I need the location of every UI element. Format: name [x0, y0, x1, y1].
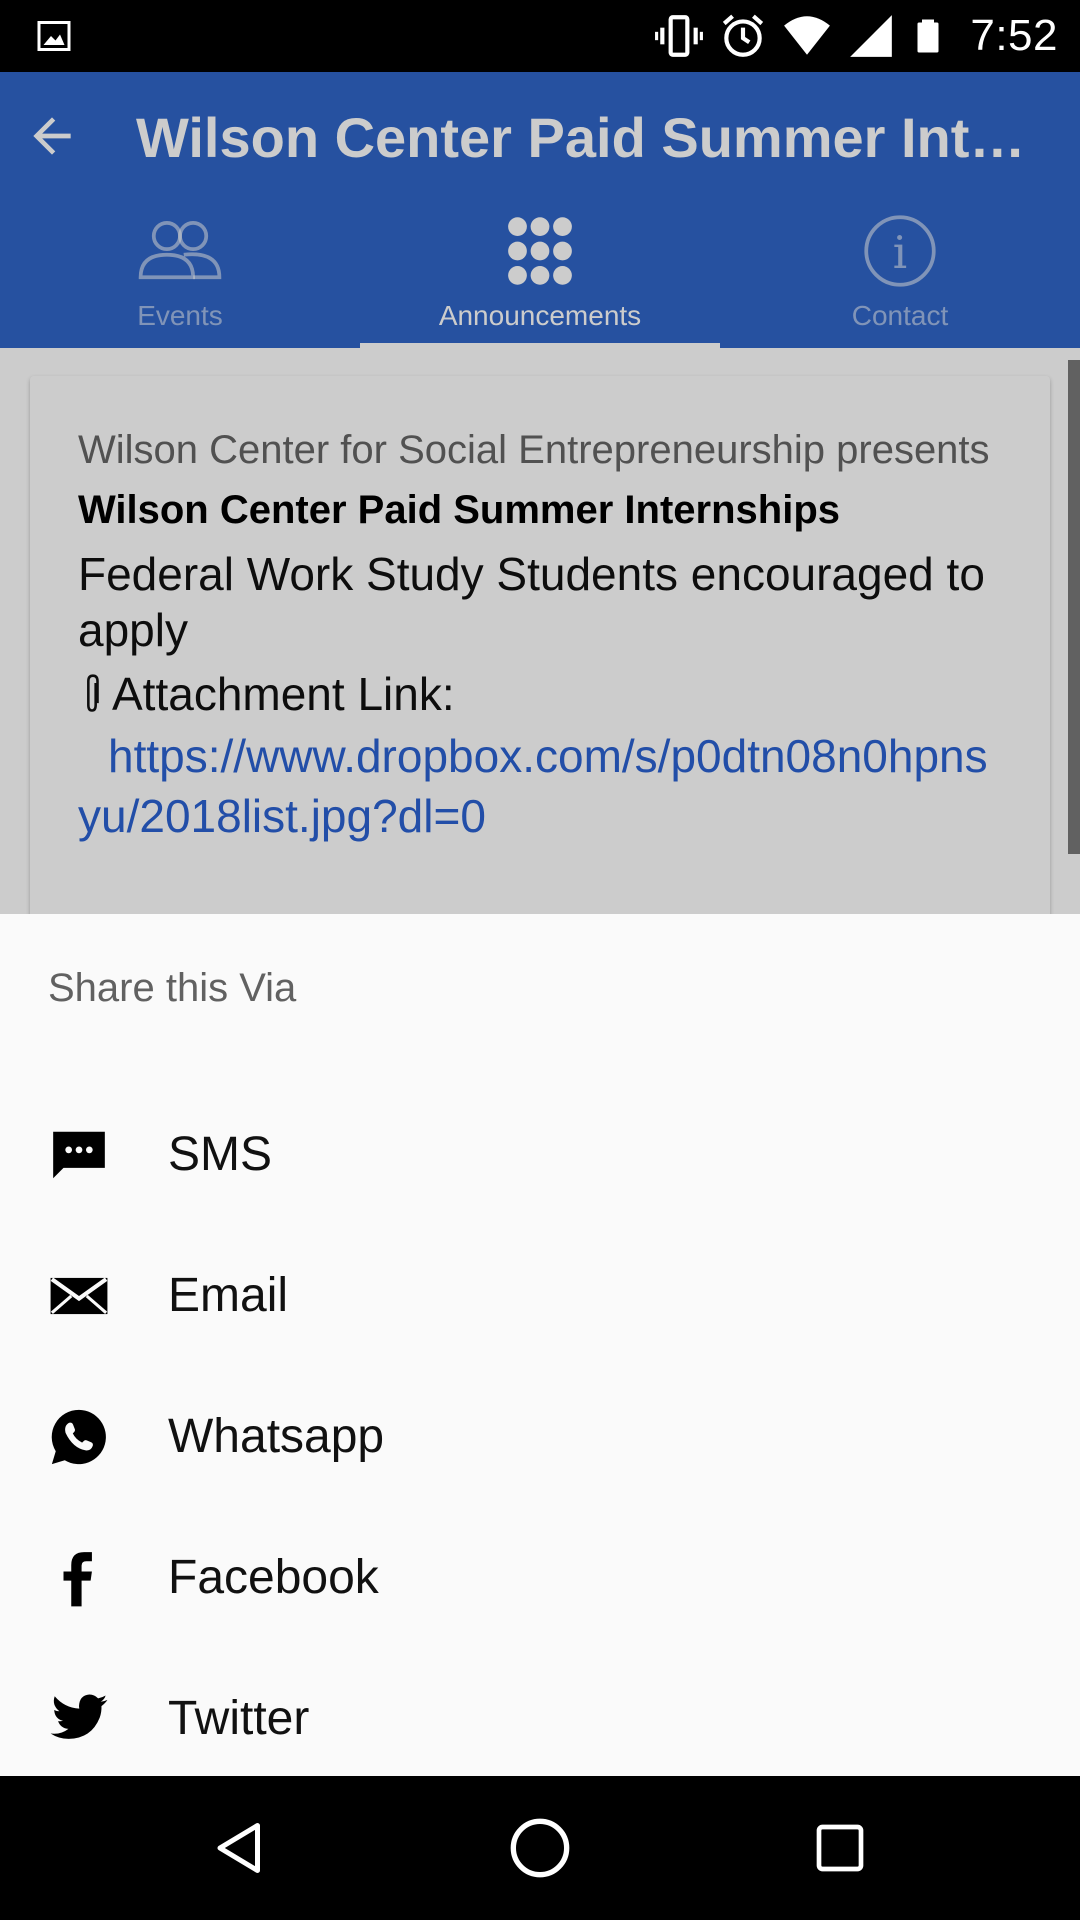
share-option-email[interactable]: Email — [0, 1225, 1080, 1366]
nav-home-button[interactable] — [500, 1808, 580, 1888]
email-icon — [50, 1277, 108, 1314]
share-sheet-title: Share this Via — [48, 966, 297, 1010]
scrim-overlay[interactable] — [0, 72, 1080, 914]
battery-icon — [917, 19, 939, 53]
sms-icon — [53, 1131, 105, 1178]
recents-nav-icon — [816, 1824, 864, 1872]
facebook-icon — [63, 1551, 92, 1606]
alarm-icon — [723, 14, 764, 57]
share-option-twitter[interactable]: Twitter — [0, 1648, 1080, 1789]
status-icons: 7:52 — [654, 10, 1058, 62]
share-option-label: Whatsapp — [168, 1410, 385, 1463]
status-bar: 7:52 — [0, 0, 1080, 72]
share-option-label: Twitter — [168, 1692, 310, 1745]
whatsapp-icon — [51, 1409, 106, 1464]
clock: 7:52 — [970, 11, 1058, 60]
twitter-icon — [50, 1693, 108, 1739]
wifi-icon — [784, 16, 831, 55]
gallery-icon — [37, 21, 71, 51]
share-option-sms[interactable]: SMS — [0, 1084, 1080, 1225]
share-option-label: Facebook — [168, 1551, 379, 1604]
nav-back-button[interactable] — [200, 1808, 280, 1888]
share-option-facebook[interactable]: Facebook — [0, 1507, 1080, 1648]
system-nav-bar — [0, 1776, 1080, 1920]
home-nav-icon — [510, 1818, 570, 1878]
back-nav-icon — [217, 1823, 260, 1873]
vibrate-icon — [655, 15, 704, 57]
share-option-label: SMS — [168, 1128, 273, 1181]
share-options: SMS Email Whatsapp Facebook Twitter — [0, 1084, 1080, 1789]
share-sheet: Share this Via SMS Email Whatsapp Facebo… — [0, 914, 1080, 1776]
nav-recents-button[interactable] — [800, 1808, 880, 1888]
share-option-whatsapp[interactable]: Whatsapp — [0, 1366, 1080, 1507]
signal-icon — [850, 15, 893, 57]
share-option-label: Email — [168, 1269, 289, 1322]
